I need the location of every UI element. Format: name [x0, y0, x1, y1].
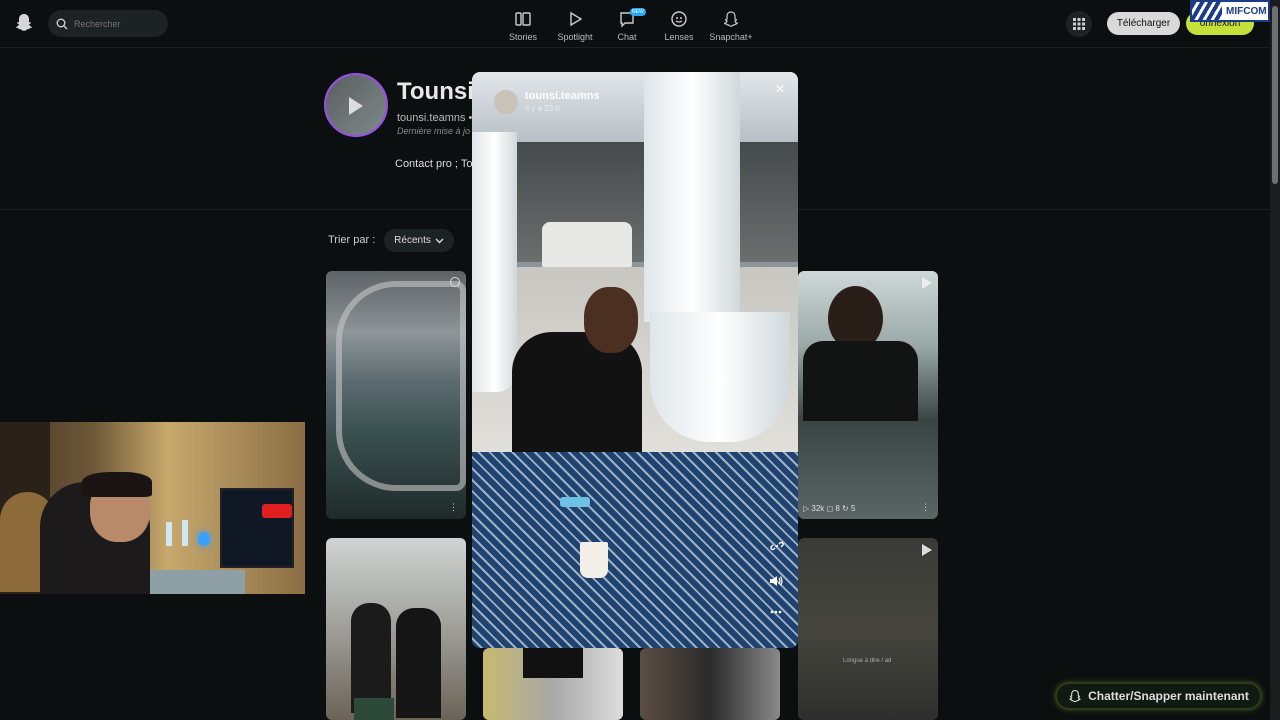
- garage-background: [472, 142, 798, 262]
- person-left: [351, 603, 391, 713]
- blue-light: [198, 532, 210, 546]
- sort-label: Trier par :: [328, 234, 376, 246]
- person-right: [396, 608, 441, 718]
- ghost-plus-icon: [723, 11, 739, 27]
- pillar-base: [650, 312, 790, 442]
- spotlight-tile[interactable]: Longue à dire / ad: [798, 538, 938, 720]
- desk-mat: [150, 570, 245, 594]
- green-bag: [354, 698, 394, 720]
- bottle: [166, 522, 172, 546]
- white-truck: [542, 222, 632, 272]
- mesh-table: [472, 452, 798, 648]
- play-icon: [922, 544, 932, 556]
- search-input[interactable]: [74, 18, 154, 29]
- play-icon: [922, 277, 932, 289]
- volume-icon[interactable]: [768, 574, 784, 588]
- top-navigation-bar: Stories Spotlight NEW Chat Lenses: [0, 0, 1270, 48]
- nav-snapchat-plus[interactable]: Snapchat+: [706, 8, 756, 42]
- snapchat-profile-page: Stories Spotlight NEW Chat Lenses: [0, 0, 1280, 720]
- story-viewer-modal[interactable]: tounsi.teamns Il y a 23 h ×: [472, 72, 798, 648]
- airplane-window: [336, 281, 466, 491]
- nav-snapchat-plus-label: Snapchat+: [709, 32, 753, 42]
- link-icon[interactable]: [770, 539, 784, 553]
- nav-chat[interactable]: NEW Chat: [602, 8, 652, 42]
- sort-dropdown[interactable]: Récents: [384, 229, 454, 252]
- sort-value: Récents: [394, 235, 431, 246]
- download-button[interactable]: Télécharger: [1107, 12, 1180, 35]
- mifcom-logo: MIFCOM: [1190, 0, 1270, 22]
- person-head: [584, 287, 638, 353]
- blue-object: [560, 497, 590, 507]
- profile-updated: Dernière mise à jo: [397, 126, 471, 136]
- spotlight-tile[interactable]: [326, 538, 466, 720]
- chat-snap-now-label: Chatter/Snapper maintenant: [1088, 689, 1249, 703]
- snapchat-ghost-icon[interactable]: [14, 12, 34, 32]
- tile-caption: Longue à dire / ad: [843, 658, 892, 664]
- person-body: [803, 341, 918, 421]
- scrollbar-thumb[interactable]: [1272, 6, 1278, 184]
- streamer-webcam-overlay: [0, 422, 305, 594]
- story-author-avatar[interactable]: [494, 90, 518, 114]
- tile-more-icon[interactable]: ⋮: [449, 502, 458, 513]
- tile-stats: ▷ 32k ◻ 8 ↻ 5: [803, 504, 856, 513]
- play-icon: [570, 11, 583, 27]
- profile-contact: Contact pro ; To: [395, 158, 473, 170]
- pillar-left: [472, 132, 517, 392]
- mifcom-logo-mark: [1192, 2, 1222, 20]
- monitor: [220, 488, 294, 568]
- chat-snap-now-button[interactable]: Chatter/Snapper maintenant: [1055, 682, 1262, 710]
- red-display-element: [262, 504, 292, 518]
- nav-chat-label: Chat: [617, 32, 637, 42]
- spotlight-tile[interactable]: ▷ 32k ◻ 8 ↻ 5 ⋮: [798, 271, 938, 519]
- chevron-down-icon: [435, 238, 444, 243]
- clock-icon: [450, 277, 460, 287]
- spotlight-tile[interactable]: [640, 648, 780, 720]
- search-box[interactable]: [48, 10, 168, 37]
- paper-cup: [580, 542, 608, 578]
- profile-name: Tounsi: [397, 78, 474, 105]
- search-icon: [56, 18, 68, 29]
- story-author-name[interactable]: tounsi.teamns: [525, 90, 600, 102]
- tile-more-icon[interactable]: ⋮: [921, 502, 930, 513]
- nav-spotlight-label: Spotlight: [557, 32, 593, 42]
- play-icon: [349, 97, 363, 115]
- streamer-hair: [82, 472, 152, 497]
- nav-stories-label: Stories: [508, 32, 537, 42]
- bottle: [182, 520, 188, 546]
- apps-grid-button[interactable]: [1066, 11, 1092, 37]
- close-button[interactable]: ×: [770, 80, 790, 100]
- new-badge: NEW: [630, 8, 646, 16]
- mifcom-logo-text: MIFCOM: [1226, 5, 1267, 17]
- nav-spotlight[interactable]: Spotlight: [550, 8, 600, 42]
- pillar-right: [644, 72, 740, 322]
- nav-lenses-label: Lenses: [664, 32, 694, 42]
- profile-handle: tounsi.teamns •: [397, 112, 473, 124]
- stories-icon: [515, 12, 531, 26]
- lens-icon: [671, 11, 687, 27]
- more-options-icon[interactable]: [770, 610, 782, 614]
- nav-lenses[interactable]: Lenses: [654, 8, 704, 42]
- person-torso: [523, 648, 583, 678]
- nav-stories[interactable]: Stories: [498, 8, 548, 42]
- spotlight-tile[interactable]: [483, 648, 623, 720]
- grid-icon: [1073, 18, 1085, 30]
- profile-avatar[interactable]: [324, 73, 388, 137]
- ceiling: [472, 72, 798, 142]
- story-timestamp: Il y a 23 h: [525, 104, 560, 113]
- ghost-icon: [1069, 689, 1081, 703]
- spotlight-tile[interactable]: ⋮: [326, 271, 466, 519]
